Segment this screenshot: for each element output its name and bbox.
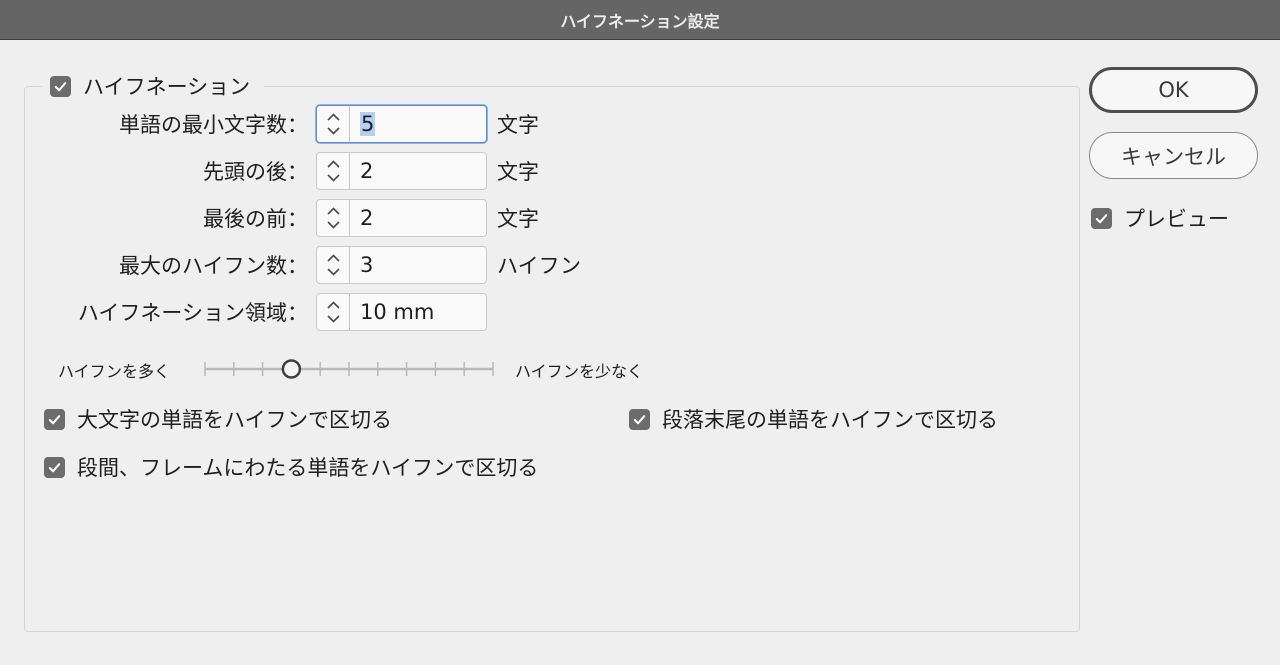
hyphenation-zone-input[interactable]: 10 mm	[350, 294, 486, 330]
field-row-hyphen-limit: 最大のハイフン数： 3 ハイフン	[0, 246, 1280, 284]
after-first-stepper[interactable]: 2	[316, 152, 487, 190]
field-row-after-first: 先頭の後： 2 文字	[0, 152, 1280, 190]
hyphen-limit-stepper[interactable]: 3	[316, 246, 487, 284]
hyphenation-checkbox[interactable]	[50, 75, 71, 97]
window-title: ハイフネーション設定	[560, 11, 720, 31]
min-word-length-stepper[interactable]: 5	[316, 105, 487, 143]
hyphenation-label: ハイフネーション	[83, 75, 251, 99]
hyphenation-zone-value: 10 mm	[360, 300, 435, 324]
checkmark-icon	[48, 414, 61, 424]
before-last-value: 2	[360, 206, 374, 230]
min-word-length-label: 単語の最小文字数：	[119, 113, 308, 137]
option-across-columns[interactable]: 段間、フレームにわたる単語をハイフンで区切る	[44, 452, 538, 482]
after-first-input[interactable]: 2	[350, 153, 486, 189]
slider-knob[interactable]	[281, 359, 302, 379]
after-first-label: 先頭の後：	[203, 160, 308, 184]
hyphenation-zone-stepper[interactable]: 10 mm	[316, 293, 487, 331]
before-last-unit: 文字	[497, 207, 539, 231]
up-down-arrows-icon	[327, 254, 340, 276]
ok-button[interactable]: OK	[1089, 67, 1258, 113]
preview-label: プレビュー	[1124, 207, 1229, 231]
title-bar: ハイフネーション設定	[0, 0, 1280, 40]
stepper-arrows[interactable]	[317, 247, 350, 283]
stepper-arrows[interactable]	[317, 200, 350, 236]
min-word-length-value: 5	[360, 112, 376, 136]
before-last-label: 最後の前：	[203, 207, 308, 231]
stepper-arrows[interactable]	[317, 153, 350, 189]
hyphen-limit-input[interactable]: 3	[350, 247, 486, 283]
checkmark-icon	[48, 462, 61, 472]
capitalized-checkbox[interactable]	[44, 408, 65, 430]
hyphenation-slider[interactable]	[202, 356, 496, 382]
hyphen-limit-label: 最大のハイフン数：	[119, 254, 308, 278]
up-down-arrows-icon	[327, 113, 340, 135]
stepper-arrows[interactable]	[317, 294, 350, 330]
field-row-min-word-length: 単語の最小文字数： 5 文字	[0, 105, 1280, 143]
capitalized-label: 大文字の単語をハイフンで区切る	[77, 408, 392, 432]
slider-label-fewer-hyphens: ハイフンを少なく	[515, 362, 644, 381]
min-word-length-input[interactable]: 5	[350, 106, 486, 142]
hyphen-limit-unit: ハイフン	[497, 254, 581, 278]
cancel-button-label: キャンセル	[1121, 144, 1226, 169]
up-down-arrows-icon	[327, 207, 340, 229]
across-columns-label: 段間、フレームにわたる単語をハイフンで区切る	[77, 456, 539, 480]
before-last-stepper[interactable]: 2	[316, 199, 487, 237]
field-row-before-last: 最後の前： 2 文字	[0, 199, 1280, 237]
after-first-unit: 文字	[497, 160, 539, 184]
option-capitalized[interactable]: 大文字の単語をハイフンで区切る	[44, 404, 392, 434]
across-columns-checkbox[interactable]	[44, 456, 65, 478]
checkmark-icon	[1095, 213, 1108, 223]
cancel-button[interactable]: キャンセル	[1089, 132, 1258, 179]
after-first-value: 2	[360, 159, 374, 183]
slider-label-more-hyphens: ハイフンを多く	[58, 362, 171, 381]
ok-button-label: OK	[1158, 78, 1189, 102]
field-row-hyphenation-zone: ハイフネーション領域： 10 mm	[0, 293, 1280, 331]
up-down-arrows-icon	[327, 160, 340, 182]
last-word-label: 段落末尾の単語をハイフンで区切る	[662, 408, 998, 432]
option-last-word[interactable]: 段落末尾の単語をハイフンで区切る	[629, 404, 998, 434]
hyphenation-toggle[interactable]: ハイフネーション	[42, 70, 265, 102]
hyphenation-zone-label: ハイフネーション領域：	[77, 301, 308, 325]
checkmark-icon	[54, 81, 67, 91]
stepper-arrows[interactable]	[317, 106, 350, 142]
checkmark-icon	[633, 414, 646, 424]
last-word-checkbox[interactable]	[629, 408, 650, 430]
preview-checkbox[interactable]	[1091, 207, 1112, 229]
up-down-arrows-icon	[327, 301, 340, 323]
hyphen-limit-value: 3	[360, 253, 374, 277]
preview-toggle[interactable]: プレビュー	[1091, 203, 1229, 233]
before-last-input[interactable]: 2	[350, 200, 486, 236]
min-word-length-unit: 文字	[497, 113, 539, 137]
